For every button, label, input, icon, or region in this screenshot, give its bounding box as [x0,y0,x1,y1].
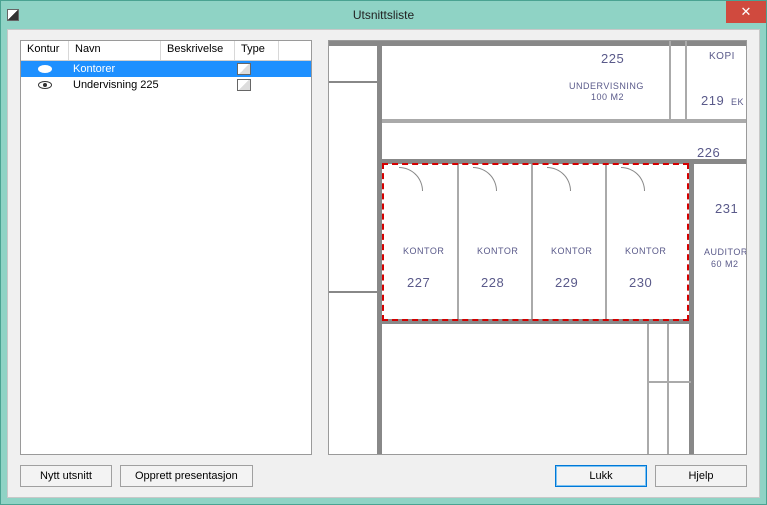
header-kontur[interactable]: Kontur [21,41,69,60]
close-button[interactable]: ✕ [726,1,766,23]
room-number: 225 [601,51,624,66]
room-number: 226 [697,145,720,160]
button-bar: Nytt utsnitt Opprett presentasjon Lukk H… [20,465,747,487]
selection-outline [382,163,689,321]
room-label: AUDITOR [704,247,747,257]
room-number: 229 [555,275,578,290]
dialog-window: Utsnittsliste ✕ Kontur Navn Beskrivelse … [0,0,767,505]
create-presentation-button[interactable]: Opprett presentasjon [120,465,253,487]
room-label: KOPI [709,51,735,62]
type-icon [237,63,251,75]
wall-line [329,81,377,83]
room-label: UNDERVISNING [569,81,644,91]
eye-icon [38,81,52,89]
wall-line [329,291,377,293]
body-area: Kontur Navn Beskrivelse Type Kontorer Un… [20,40,747,455]
room-label: KONTOR [477,246,518,256]
row-name: Kontorer [69,63,161,75]
room-number: 227 [407,275,430,290]
type-icon [237,79,251,91]
section-list: Kontur Navn Beskrivelse Type Kontorer Un… [20,40,312,455]
wall-line [329,41,746,46]
help-button[interactable]: Hjelp [655,465,747,487]
room-number: 230 [629,275,652,290]
list-header: Kontur Navn Beskrivelse Type [21,41,311,61]
list-row[interactable]: Undervisning 225 [21,77,311,93]
room-number: 231 [715,201,738,216]
header-navn[interactable]: Navn [69,41,161,60]
room-number: 228 [481,275,504,290]
wall-line [685,41,687,119]
close-icon: ✕ [741,4,752,20]
wall-line [647,381,691,383]
list-row[interactable]: Kontorer [21,61,311,77]
room-label: KONTOR [551,246,592,256]
plan-preview[interactable]: 225 UNDERVISNING 100 M2 KOPI 219 EK 226 … [328,40,747,455]
window-title: Utsnittsliste [1,8,766,22]
list-rows: Kontorer Undervisning 225 [21,61,311,454]
wall-line [382,119,747,123]
new-section-button[interactable]: Nytt utsnitt [20,465,112,487]
close-dialog-button[interactable]: Lukk [555,465,647,487]
room-label: EK [731,97,744,107]
room-number: 219 [701,93,724,108]
header-beskrivelse[interactable]: Beskrivelse [161,41,235,60]
wall-line [667,324,669,454]
room-label: KONTOR [403,246,444,256]
eye-icon [38,65,52,73]
room-label: KONTOR [625,246,666,256]
wall-line [669,41,671,119]
spacer [261,465,547,487]
room-label: 100 M2 [591,92,624,102]
wall-line [689,159,694,455]
row-name: Undervisning 225 [69,79,161,91]
titlebar[interactable]: Utsnittsliste ✕ [1,1,766,29]
app-icon [7,9,19,21]
header-type[interactable]: Type [235,41,279,60]
client-area: Kontur Navn Beskrivelse Type Kontorer Un… [7,29,760,498]
room-label: 60 M2 [711,259,739,269]
wall-line [647,324,649,454]
